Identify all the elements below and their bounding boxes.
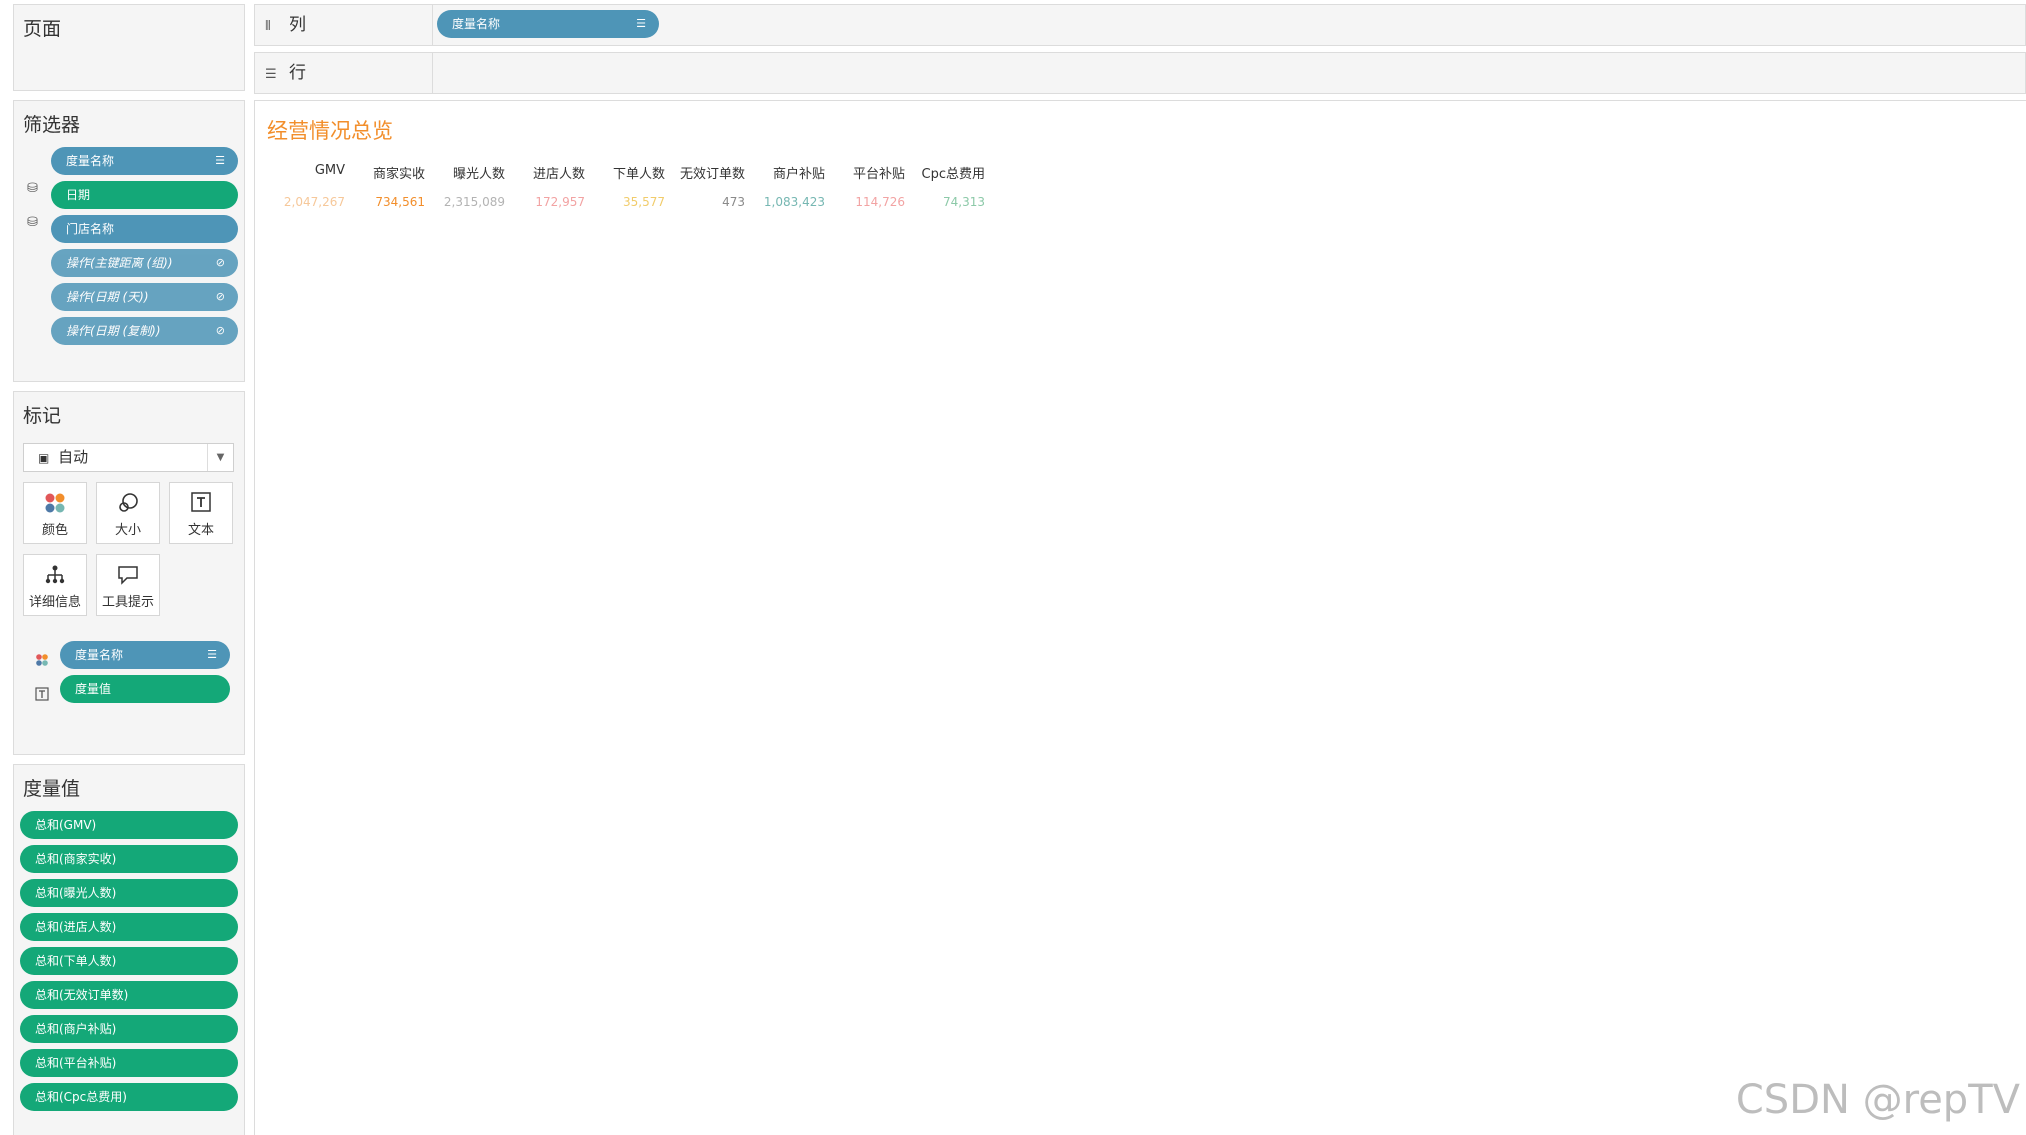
marks-tooltip-button[interactable]: 工具提示 (96, 554, 160, 616)
measures-title: 度量值 (23, 778, 81, 800)
filters-card: 筛选器 度量名称 ☰ ⛁ 日期 ⛁ 门店名称 操作(主键距离 (组)) ⊘ 操作… (13, 100, 245, 382)
worksheet-view[interactable]: 经营情况总览 GMV 商家实收 曝光人数 进店人数 下单人数 无效订单数 商户补… (254, 100, 2026, 1135)
measure-pill[interactable]: 总和(Cpc总费用) (20, 1083, 238, 1111)
filter-pill-action-date-day[interactable]: 操作(日期 (天)) ⊘ (51, 283, 238, 311)
cell-value[interactable]: 74,313 (895, 195, 985, 209)
measure-pill[interactable]: 总和(下单人数) (20, 947, 238, 975)
marks-detail-button[interactable]: 详细信息 (23, 554, 87, 616)
detail-icon (24, 563, 86, 589)
cell-value[interactable]: 114,726 (815, 195, 905, 209)
columns-icon: ⦀ (265, 19, 271, 34)
measure-pill[interactable]: 总和(曝光人数) (20, 879, 238, 907)
cell-value[interactable]: 734,561 (335, 195, 425, 209)
sort-icon: ☰ (636, 17, 646, 30)
marks-pill-label: 度量名称 (75, 648, 124, 662)
cell-value[interactable]: 2,315,089 (415, 195, 505, 209)
measure-pill[interactable]: 总和(商家实收) (20, 845, 238, 873)
link-icon: ⊘ (215, 324, 225, 337)
measure-pill[interactable]: 总和(GMV) (20, 811, 238, 839)
tooltip-icon (97, 563, 159, 589)
text-icon (170, 491, 232, 517)
link-icon: ⊘ (215, 256, 225, 269)
mark-type-icon: ▣ (38, 451, 50, 465)
filter-pill-store-name[interactable]: 门店名称 (51, 215, 238, 243)
sort-icon: ☰ (207, 648, 217, 661)
column-header: 无效订单数 (679, 167, 745, 182)
measures-card: 度量值 总和(GMV) 总和(商家实收) 总和(曝光人数) 总和(进店人数) 总… (13, 764, 245, 1135)
watermark: CSDN @repTV (1735, 1077, 2020, 1123)
chevron-down-icon[interactable]: ▼ (207, 444, 233, 471)
cell-value[interactable]: 473 (655, 195, 745, 209)
cell-value[interactable]: 2,047,267 (255, 195, 345, 209)
marks-text-button[interactable]: 文本 (169, 482, 233, 544)
column-header: 曝光人数 (452, 167, 505, 182)
marks-pill-measure-names[interactable]: 度量名称 ☰ (60, 641, 230, 669)
column-header: 商户补贴 (772, 167, 825, 182)
color-icon (24, 491, 86, 517)
context-filter-icon: ⛁ (27, 215, 38, 230)
filter-pill-label: 操作(主键距离 (组)) (66, 256, 173, 270)
color-icon (35, 653, 49, 671)
text-icon (35, 687, 49, 705)
filter-pill-date[interactable]: 日期 (51, 181, 238, 209)
column-header: 平台补贴 (852, 167, 905, 182)
marks-size-button[interactable]: 大小 (96, 482, 160, 544)
columns-shelf[interactable]: ⦀ 列 度量名称 ☰ (254, 4, 2026, 46)
size-icon (97, 491, 159, 517)
marks-pill-measure-values[interactable]: 度量值 (60, 675, 230, 703)
column-header: 下单人数 (612, 167, 665, 182)
filter-pill-measure-names[interactable]: 度量名称 ☰ (51, 147, 238, 175)
cell-value[interactable]: 172,957 (495, 195, 585, 209)
marks-color-button[interactable]: 颜色 (23, 482, 87, 544)
marks-card: 标记 ▣ 自动 ▼ 颜色 大小 文本 详细信息 工具提示 度量名称 ☰ 度量值 (13, 391, 245, 755)
filter-pill-label: 日期 (66, 188, 91, 202)
filter-pill-action-key-distance[interactable]: 操作(主键距离 (组)) ⊘ (51, 249, 238, 277)
filter-pill-action-date-copy[interactable]: 操作(日期 (复制)) ⊘ (51, 317, 238, 345)
measure-pill[interactable]: 总和(商户补贴) (20, 1015, 238, 1043)
rows-shelf-label: ☰ 行 (255, 53, 433, 93)
filters-title: 筛选器 (23, 114, 81, 136)
mark-type-value: 自动 (58, 448, 89, 466)
filter-pill-label: 门店名称 (66, 222, 115, 236)
column-header: Cpc总费用 (921, 167, 985, 182)
marks-pill-label: 度量值 (75, 682, 112, 696)
view-title: 经营情况总览 (267, 119, 393, 143)
link-icon: ⊘ (215, 290, 225, 303)
filter-pill-label: 操作(日期 (天)) (66, 290, 149, 304)
pages-card: 页面 (13, 4, 245, 91)
measure-pill[interactable]: 总和(平台补贴) (20, 1049, 238, 1077)
cell-value[interactable]: 1,083,423 (735, 195, 825, 209)
rows-icon: ☰ (265, 67, 277, 82)
columns-shelf-label: ⦀ 列 (255, 5, 433, 45)
marks-title: 标记 (23, 405, 62, 427)
columns-pill-measure-names[interactable]: 度量名称 ☰ (437, 10, 659, 38)
filter-pill-label: 度量名称 (66, 154, 115, 168)
column-header: 商家实收 (372, 167, 425, 182)
mark-type-select[interactable]: ▣ 自动 ▼ (23, 443, 234, 472)
column-header: GMV (314, 163, 345, 178)
context-filter-icon: ⛁ (27, 181, 38, 196)
measure-pill[interactable]: 总和(无效订单数) (20, 981, 238, 1009)
measure-pill[interactable]: 总和(进店人数) (20, 913, 238, 941)
pages-title: 页面 (23, 18, 62, 40)
rows-shelf[interactable]: ☰ 行 (254, 52, 2026, 94)
filter-pill-label: 操作(日期 (复制)) (66, 324, 161, 338)
sort-icon: ☰ (215, 154, 225, 167)
column-header: 进店人数 (532, 167, 585, 182)
cell-value[interactable]: 35,577 (575, 195, 665, 209)
